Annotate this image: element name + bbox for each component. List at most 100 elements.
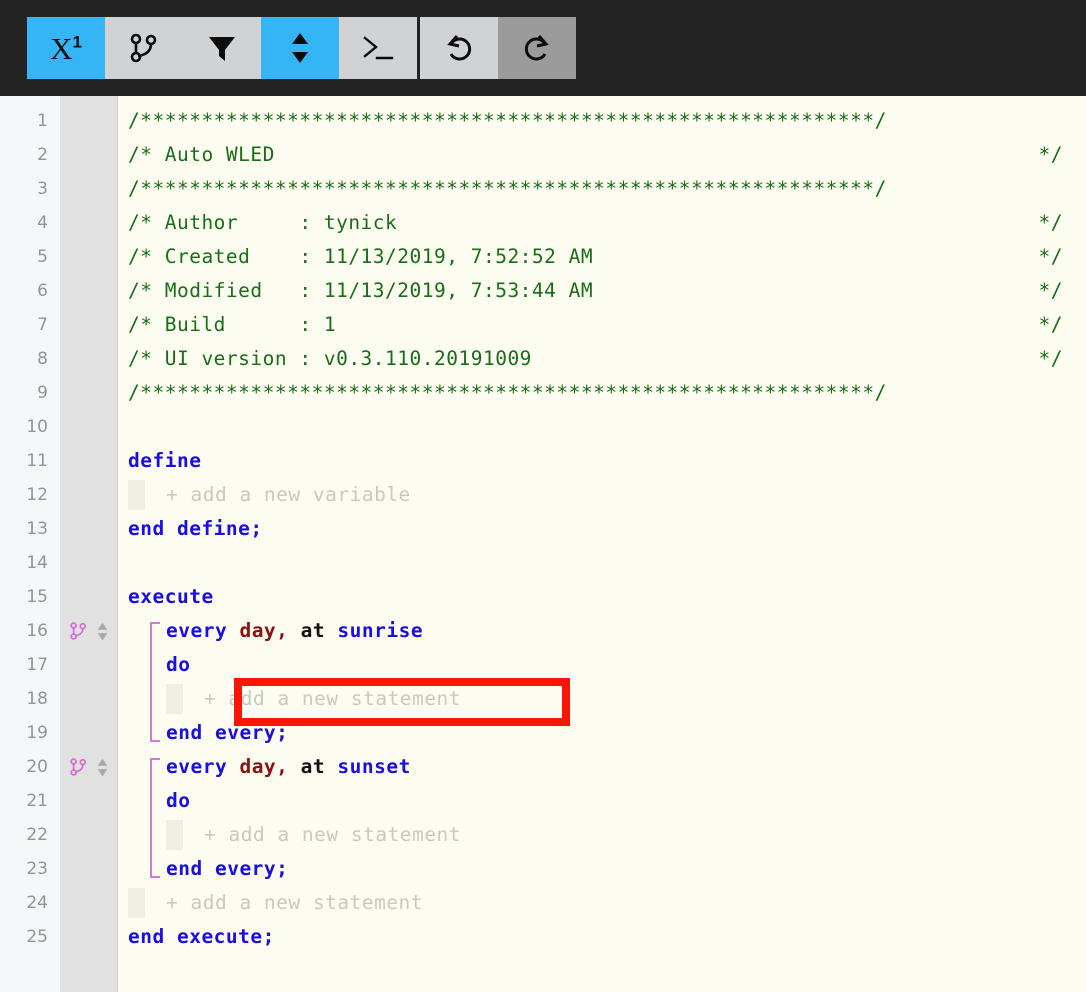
code-line: every day, at sunset — [166, 750, 411, 784]
code-line: end every; — [166, 716, 288, 750]
add-statement-placeholder[interactable]: + add a new statement — [204, 682, 461, 716]
sort-updown-icon[interactable] — [96, 758, 109, 777]
code-token: every — [166, 619, 240, 642]
code-token: day, — [239, 619, 289, 642]
code-token: **/ — [850, 381, 887, 404]
filter-funnel-icon — [207, 33, 237, 63]
code-token: sunset — [337, 755, 411, 778]
git-branch-button[interactable] — [105, 17, 183, 79]
line-number: 14 — [26, 553, 48, 573]
undo-icon — [443, 32, 475, 64]
line-number: 8 — [37, 349, 48, 369]
sort-updown-button[interactable] — [261, 17, 339, 79]
line-number: 16 — [26, 621, 48, 641]
code-token: every — [166, 755, 240, 778]
redo-icon — [521, 32, 553, 64]
line-number: 17 — [26, 655, 48, 675]
code-token: define — [128, 449, 202, 472]
code-editor[interactable]: 1 2 3 4 5 6 7 8 9 10 11 12 13 14 15 16 17 18 19 20 21 22 23 24 2… — [0, 96, 1086, 992]
code-token: + add a new variable — [166, 483, 411, 506]
add-statement-placeholder[interactable]: + add a new statement — [166, 886, 423, 920]
redo-button[interactable] — [498, 17, 576, 79]
code-token: /* Author : tynick — [128, 211, 398, 234]
code-line: /* UI version : v0.3.110.20191009 — [128, 342, 532, 376]
comment-terminator: */ — [1038, 211, 1063, 234]
line-number: 19 — [26, 723, 48, 743]
line-number: 22 — [26, 825, 48, 845]
git-branch-icon[interactable] — [70, 757, 87, 777]
toolbar: X1 — [0, 0, 1086, 96]
indent-guide — [166, 684, 183, 714]
code-line: do — [166, 784, 190, 818]
line-number: 18 — [26, 689, 48, 709]
code-token: do — [166, 653, 191, 676]
code-token: at — [288, 619, 338, 642]
code-line: end execute; — [128, 920, 275, 954]
comment-terminator: */ — [1038, 313, 1063, 336]
marker-gutter[interactable] — [60, 96, 117, 992]
line-number: 11 — [26, 451, 48, 471]
comment-terminator: */ — [1038, 143, 1063, 166]
line-number: 7 — [37, 315, 48, 335]
code-line: /***************************************… — [128, 376, 887, 410]
comment-terminator: */ — [1038, 245, 1063, 268]
code-line: /***************************************… — [128, 172, 887, 206]
line-number: 5 — [37, 247, 48, 267]
undo-button[interactable] — [420, 17, 498, 79]
code-token: /* Created : 11/13/2019, 7:52:52 AM — [128, 245, 594, 268]
variable-superscript-icon: X1 — [50, 30, 82, 66]
code-line: /* Build : 1 — [128, 308, 336, 342]
add-statement-placeholder[interactable]: + add a new variable — [166, 478, 411, 512]
code-token: /* Build : 1 — [128, 313, 337, 336]
code-line: /***************************************… — [128, 104, 887, 138]
block-bracket — [150, 622, 160, 742]
line-number: 10 — [26, 417, 48, 437]
code-token: /* Auto WLED — [128, 143, 275, 166]
code-area[interactable]: /***************************************… — [117, 96, 1086, 992]
terminal-prompt-button[interactable] — [339, 17, 417, 79]
filter-funnel-button[interactable] — [183, 17, 261, 79]
variable-superscript-button[interactable]: X1 — [27, 17, 105, 79]
code-line: do — [166, 648, 190, 682]
toolbar-group-history — [420, 17, 576, 79]
code-line: end define; — [128, 512, 263, 546]
line-number: 21 — [26, 791, 48, 811]
code-token: end execute; — [128, 925, 275, 948]
line-number: 25 — [26, 927, 48, 947]
line-number: 2 — [37, 145, 48, 165]
code-line: every day, at sunrise — [166, 614, 423, 648]
code-line: /* Created : 11/13/2019, 7:52:52 AM — [128, 240, 593, 274]
indent-guide — [128, 480, 145, 510]
indent-guide — [128, 888, 145, 918]
line-number: 15 — [26, 587, 48, 607]
block-bracket — [150, 758, 160, 878]
code-token: end every; — [166, 857, 289, 880]
code-token: /* Modified : 11/13/2019, 7:53:44 AM — [128, 279, 594, 302]
line-number: 13 — [26, 519, 48, 539]
code-token: execute — [128, 585, 214, 608]
line-number: 3 — [37, 179, 48, 199]
code-token: end define; — [128, 517, 263, 540]
line-number: 23 — [26, 859, 48, 879]
toolbar-group-main: X1 — [27, 17, 417, 79]
terminal-prompt-icon — [361, 33, 395, 63]
code-token: **/ — [850, 177, 887, 200]
code-line: define — [128, 444, 201, 478]
code-line: /* Auto WLED — [128, 138, 275, 172]
code-token: /* UI version : v0.3.110.20191009 — [128, 347, 532, 370]
code-line: execute — [128, 580, 214, 614]
git-branch-icon[interactable] — [70, 621, 87, 641]
code-token: **/ — [850, 109, 887, 132]
git-branch-icon — [130, 33, 158, 63]
code-token: + add a new statement — [204, 823, 462, 846]
add-statement-placeholder[interactable]: + add a new statement — [204, 818, 461, 852]
code-line: end every; — [166, 852, 288, 886]
line-number: 6 — [37, 281, 48, 301]
code-line: /* Author : tynick — [128, 206, 397, 240]
code-token: /***************************************… — [128, 109, 851, 132]
line-number-gutter: 1 2 3 4 5 6 7 8 9 10 11 12 13 14 15 16 17 18 19 20 21 22 23 24 2… — [0, 96, 60, 992]
sort-updown-icon[interactable] — [96, 622, 109, 641]
line-number: 9 — [37, 383, 48, 403]
code-token: + add a new statement — [204, 687, 462, 710]
comment-terminator: */ — [1038, 347, 1063, 370]
